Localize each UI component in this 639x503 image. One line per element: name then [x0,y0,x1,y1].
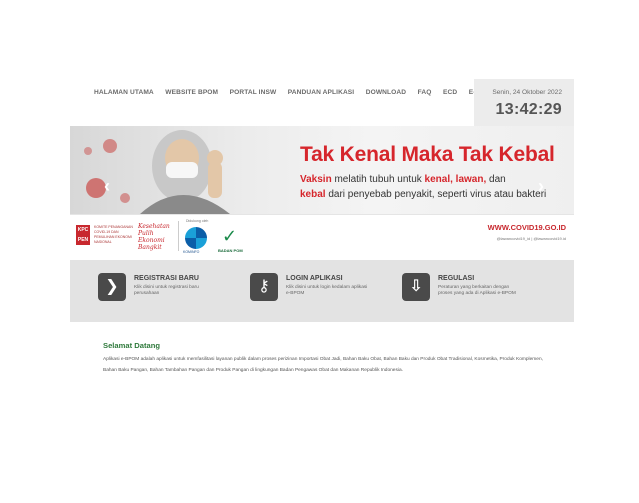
banner-line1-end: dan [486,174,506,185]
banner-footer: KPC PEN KOMITE PENANGANAN COVID-19 DAN P… [70,214,574,256]
kominfo-logo-icon [185,227,207,249]
banner-line2-text: dari penyebab penyakit, seperti virus at… [325,189,547,200]
support-label: Didukung oleh [186,219,209,223]
quick-link-desc: Klik disini untuk login kedalam aplikasi… [286,285,368,296]
nav-halaman-utama[interactable]: HALAMAN UTAMA [94,89,154,96]
nav-faq[interactable]: FAQ [418,89,432,96]
arrow-right-icon[interactable]: ❯ [98,273,126,301]
nav-ecd[interactable]: ECD [443,89,457,96]
bpom-logo-icon: ✓ [222,226,238,246]
key-icon[interactable]: ⚷ [250,273,278,301]
current-date: Senin, 24 Oktober 2022 [492,89,562,96]
welcome-body: Aplikasi e-BPOM adalah aplikasi untuk me… [103,357,543,373]
nav-website-bpom[interactable]: WEBSITE BPOM [165,89,218,96]
banner-background [70,126,574,214]
top-nav: HALAMAN UTAMA WEBSITE BPOM PORTAL INSW P… [94,89,501,96]
divider [178,221,179,251]
banner-illustration [84,130,230,214]
banner-subtitle-2: kebal dari penyebab penyakit, seperti vi… [300,189,546,200]
hero-banner[interactable]: ‹ › Tak Kenal Maka Tak Kebal Vaksin mela… [70,126,574,256]
banner-headline: Tak Kenal Maka Tak Kebal [300,143,555,166]
kpc-pen-logo: KPC PEN [76,225,90,245]
covid-social: @lawancovid19_id | @lawancovid19.id [496,236,566,241]
quick-link-desc: Klik disini untuk registrasi baru perusa… [134,285,199,296]
banner-vaksin: Vaksin [300,174,332,185]
kominfo-label: KOMINFO [183,250,200,254]
download-icon[interactable]: ⇩ [402,273,430,301]
nav-portal-insw[interactable]: PORTAL INSW [230,89,277,96]
banner-subtitle-1: Vaksin melatih tubuh untuk kenal, lawan,… [300,174,506,185]
clock-box: Senin, 24 Oktober 2022 13:42:29 [474,79,574,126]
welcome-title: Selamat Datang [103,341,160,350]
quick-link-title[interactable]: REGULASI [438,275,474,282]
page: HALAMAN UTAMA WEBSITE BPOM PORTAL INSW P… [70,79,574,400]
current-time: 13:42:29 [495,101,562,118]
banner-kebal: kebal [300,189,326,200]
kpc-caption: KOMITE PENANGANAN COVID-19 DAN PEMULIHAN… [94,225,133,244]
bpom-label: BADAN POM [218,248,243,253]
quick-link-title[interactable]: LOGIN APLIKASI [286,275,343,282]
slogan: Kesehatan Pulih Ekonomi Bangkit [138,223,170,251]
quick-links: ❯ REGISTRASI BARU Klik disini untuk regi… [70,260,574,322]
nav-download[interactable]: DOWNLOAD [366,89,406,96]
quick-link-title[interactable]: REGISTRASI BARU [134,275,199,282]
banner-line1-text: melatih tubuh untuk [331,174,425,185]
covid-url: WWW.COVID19.GO.ID [487,223,566,232]
quick-link-desc: Peraturan yang berkaitan dengan proses y… [438,285,516,296]
nav-panduan-aplikasi[interactable]: PANDUAN APLIKASI [288,89,354,96]
banner-kenal-lawan: kenal, lawan, [424,174,487,185]
banner-prev-arrow[interactable]: ‹ [104,176,110,197]
